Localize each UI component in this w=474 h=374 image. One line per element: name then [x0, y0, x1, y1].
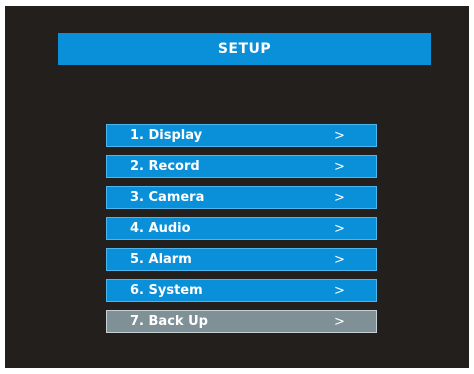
menu-item-display[interactable]: 1. Display > — [106, 124, 377, 147]
menu-item-audio[interactable]: 4. Audio > — [106, 217, 377, 240]
chevron-right-icon: > — [334, 221, 345, 236]
menu-item-label: 6. System — [130, 283, 203, 298]
page-title: SETUP — [217, 41, 272, 57]
menu-item-label: 3. Camera — [130, 190, 205, 205]
menu-item-camera[interactable]: 3. Camera > — [106, 186, 377, 209]
menu-item-system[interactable]: 6. System > — [106, 279, 377, 302]
menu-item-label: 4. Audio — [130, 221, 191, 236]
menu-item-back-up[interactable]: 7. Back Up > — [106, 310, 377, 333]
menu-item-label: 1. Display — [130, 128, 203, 143]
menu-item-label: 2. Record — [130, 159, 200, 174]
chevron-right-icon: > — [334, 190, 345, 205]
chevron-right-icon: > — [334, 314, 345, 329]
setup-title-bar: SETUP — [58, 33, 431, 65]
menu-item-alarm[interactable]: 5. Alarm > — [106, 248, 377, 271]
setup-screen: SETUP 1. Display > 2. Record > 3. Camera… — [5, 6, 469, 368]
chevron-right-icon: > — [334, 128, 345, 143]
menu-item-label: 7. Back Up — [130, 314, 208, 329]
chevron-right-icon: > — [334, 283, 345, 298]
menu-item-label: 5. Alarm — [130, 252, 192, 267]
menu-item-record[interactable]: 2. Record > — [106, 155, 377, 178]
chevron-right-icon: > — [334, 252, 345, 267]
chevron-right-icon: > — [334, 159, 345, 174]
setup-menu: 1. Display > 2. Record > 3. Camera > 4. … — [106, 124, 377, 341]
